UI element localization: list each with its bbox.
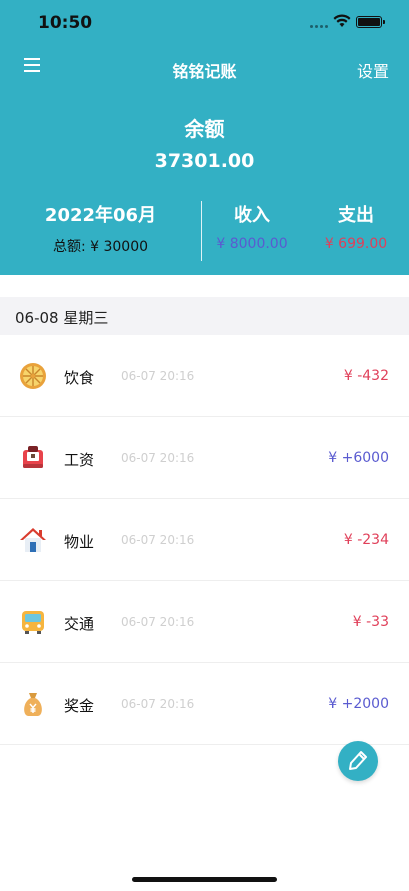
balance-label: 余额 [184,117,225,141]
expense-label: 支出 [338,205,374,226]
list-item[interactable]: 饮食 06-07 20:16 ¥ -432 [0,335,409,417]
record-amount: ¥ +2000 [328,696,389,712]
record-category: 奖金 [64,697,95,715]
list-item[interactable]: 工资 06-07 20:16 ¥ +6000 [0,417,409,499]
record-time: 06-07 20:16 [121,697,195,711]
header: 10:50 铭铭记账 设置 余额 37301.00 2022年06月 总额: ¥… [0,0,409,275]
status-time: 10:50 [38,13,93,33]
food-icon [20,363,46,389]
record-list: 饮食 06-07 20:16 ¥ -432 工资 06-07 20:16 ¥ +… [0,335,409,745]
expense-value: ¥ 699.00 [324,236,388,252]
record-time: 06-07 20:16 [121,369,195,383]
home-indicator [132,877,277,882]
battery-icon [356,16,385,28]
pencil-icon [349,751,367,770]
income-label: 收入 [234,205,270,226]
list-item[interactable]: 交通 06-07 20:16 ¥ -33 [0,581,409,663]
income-value: ¥ 8000.00 [216,236,288,252]
balance-value: 37301.00 [154,150,255,172]
record-amount: ¥ +6000 [328,450,389,466]
record-amount: ¥ -432 [343,368,389,384]
month-selector[interactable]: 2022年06月 [0,201,201,227]
list-item[interactable]: 奖金 06-07 20:16 ¥ +2000 [0,663,409,745]
money-bag-icon [24,693,42,716]
date-label: 06-08 星期三 [15,309,109,327]
record-amount: ¥ -234 [343,532,389,548]
budget-total: 总额: ¥ 30000 [52,239,149,255]
house-icon [20,528,46,552]
record-category: 饮食 [64,369,95,387]
wifi-icon [333,14,351,27]
date-section-header: 06-08 星期三 [0,297,409,335]
cellular-signal-icon [310,25,328,29]
record-category: 交通 [64,615,95,633]
record-amount: ¥ -33 [352,614,389,630]
status-bar: 10:50 [0,0,409,46]
record-category: 物业 [64,533,95,551]
settings-button[interactable]: 设置 [357,58,389,82]
bus-icon [22,611,44,634]
app-title: 铭铭记账 [172,62,237,81]
divider [201,201,202,261]
record-category: 工资 [64,451,95,469]
record-time: 06-07 20:16 [121,451,195,465]
record-time: 06-07 20:16 [121,533,195,547]
record-time: 06-07 20:16 [121,615,195,629]
list-item[interactable]: 物业 06-07 20:16 ¥ -234 [0,499,409,581]
salary-icon [23,446,43,468]
add-record-button[interactable] [338,741,378,781]
